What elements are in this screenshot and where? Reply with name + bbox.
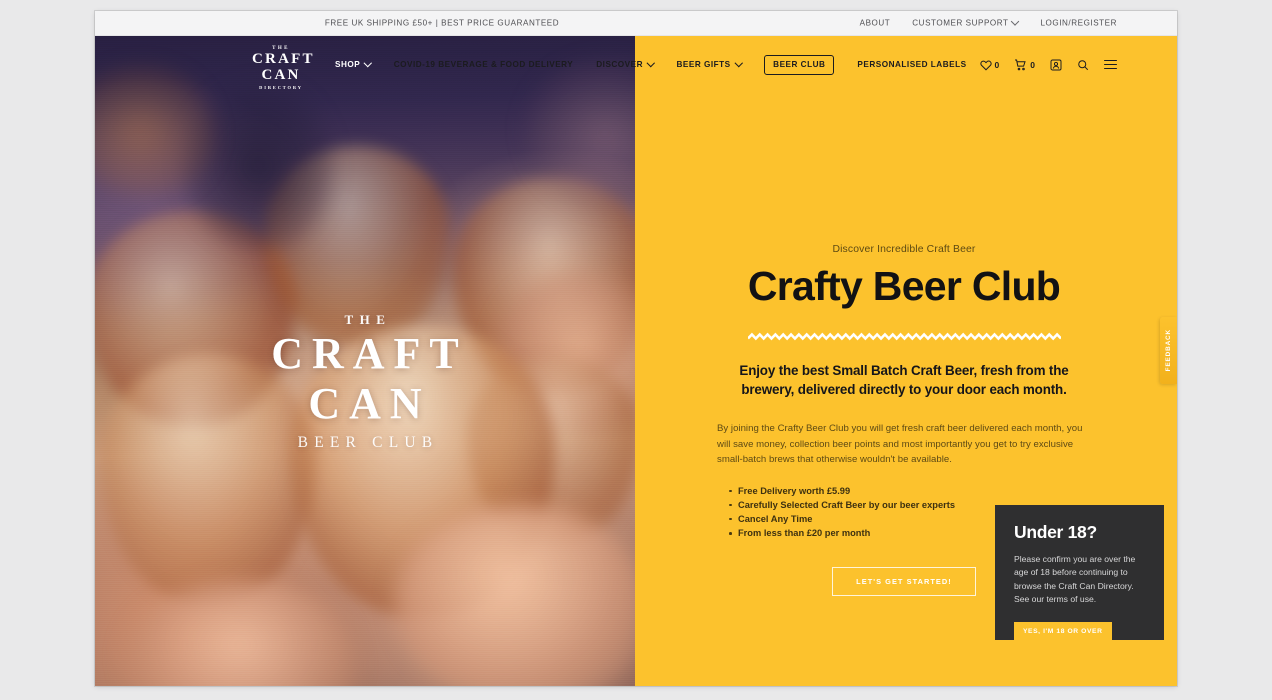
logo-line-2: CAN <box>261 67 301 84</box>
cart-icon <box>1015 59 1026 70</box>
utility-link-customer-support-label: CUSTOMER SUPPORT <box>912 18 1009 28</box>
hero-section: THE CRAFT CAN BEER CLUB Discover Incredi… <box>95 36 1177 686</box>
nav-item-discover[interactable]: DISCOVER <box>596 58 655 69</box>
browser-page: FREE UK SHIPPING £50+ | BEST PRICE GUARA… <box>95 11 1177 686</box>
nav-item-beer-gifts-label: BEER GIFTS <box>676 60 731 69</box>
logo-line-1: CRAFT <box>252 51 315 67</box>
account-button[interactable] <box>1050 59 1062 71</box>
photo-watermark-line2: CAN <box>308 378 431 428</box>
utility-link-about-label: ABOUT <box>859 18 891 28</box>
chevron-down-icon <box>364 58 372 67</box>
zigzag-divider-icon <box>747 332 1061 341</box>
nav-item-beer-club[interactable]: BEER CLUB <box>764 54 835 75</box>
announcement-bar: FREE UK SHIPPING £50+ | BEST PRICE GUARA… <box>95 11 1177 36</box>
age-gate-confirm-button[interactable]: YES, I'M 18 OR OVER <box>1014 621 1112 641</box>
photo-watermark-line1: CRAFT <box>271 329 468 378</box>
hero-body-text: By joining the Crafty Beer Club you will… <box>717 422 1083 466</box>
cart-count: 0 <box>1030 59 1035 70</box>
age-gate-title: Under 18? <box>1014 522 1097 542</box>
list-item: Free Delivery worth £5.99 <box>729 484 1091 498</box>
nav-item-beer-gifts[interactable]: BEER GIFTS <box>676 58 743 69</box>
logo-directory: DIRECTORY <box>259 85 303 91</box>
nav-item-shop-label: SHOP <box>335 60 361 69</box>
utility-link-customer-support[interactable]: CUSTOMER SUPPORT <box>912 16 1020 28</box>
menu-button[interactable] <box>1104 59 1117 70</box>
photo-watermark-sub: BEER CLUB <box>297 434 439 452</box>
hero-subheading: Enjoy the best Small Batch Craft Beer, f… <box>739 363 1069 397</box>
wishlist-count: 0 <box>994 59 1000 70</box>
chevron-down-icon <box>646 58 655 67</box>
utility-link-login-register[interactable]: LOGIN/REGISTER <box>1040 19 1117 28</box>
nav-item-personalised-labels-label: PERSONALISED LABELS <box>857 60 967 69</box>
search-icon <box>1078 59 1089 70</box>
chevron-down-icon <box>1011 16 1020 26</box>
photo-watermark-logo: THE CRAFT CAN BEER CLUB <box>95 312 635 452</box>
nav-item-covid-delivery[interactable]: COVID-19 BEVERAGE & FOOD DELIVERY <box>394 60 574 69</box>
feedback-tab[interactable]: FEEDBACK <box>1160 317 1177 384</box>
lets-get-started-button[interactable]: LET'S GET STARTED! <box>832 567 976 597</box>
hamburger-icon-bar <box>1104 63 1117 66</box>
main-navigation: THE CRAFT CAN DIRECTORY SHOP COVID-19 BE… <box>95 36 1177 93</box>
nav-item-shop[interactable]: SHOP <box>335 58 372 69</box>
search-button[interactable] <box>1077 59 1089 71</box>
hamburger-icon-bar <box>1104 67 1117 70</box>
hero-image: THE CRAFT CAN BEER CLUB <box>95 36 635 686</box>
hero-eyebrow: Discover Incredible Craft Beer <box>832 244 976 255</box>
nav-item-covid-delivery-label: COVID-19 BEVERAGE & FOOD DELIVERY <box>393 60 574 69</box>
utility-link-login-register-label: LOGIN/REGISTER <box>1040 18 1117 28</box>
feedback-tab-label: FEEDBACK <box>1165 329 1172 372</box>
photo-watermark-the: THE <box>344 312 392 327</box>
utility-nav: ABOUT CUSTOMER SUPPORT LOGIN/REGISTER <box>860 16 1117 28</box>
page-title: Crafty Beer Club <box>747 263 1061 309</box>
utility-link-about[interactable]: ABOUT <box>860 19 891 28</box>
site-logo[interactable]: THE CRAFT CAN DIRECTORY <box>250 46 315 91</box>
chevron-down-icon <box>734 58 743 67</box>
age-verification-modal: Under 18? Please confirm you are over th… <box>995 505 1164 641</box>
nav-link-list: SHOP COVID-19 BEVERAGE & FOOD DELIVERY D… <box>335 54 967 75</box>
announcement-message: FREE UK SHIPPING £50+ | BEST PRICE GUARA… <box>324 18 560 28</box>
age-gate-text: Please confirm you are over the age of 1… <box>1014 554 1136 605</box>
wishlist-button[interactable]: 0 <box>979 59 1000 71</box>
account-icon <box>1050 59 1062 70</box>
heart-icon <box>979 60 992 70</box>
nav-tools: 0 0 <box>979 59 1117 71</box>
cart-button[interactable]: 0 <box>1014 59 1035 71</box>
hamburger-icon-bar <box>1104 59 1117 62</box>
nav-item-discover-label: DISCOVER <box>596 60 644 69</box>
nav-item-personalised-labels[interactable]: PERSONALISED LABELS <box>857 60 966 69</box>
